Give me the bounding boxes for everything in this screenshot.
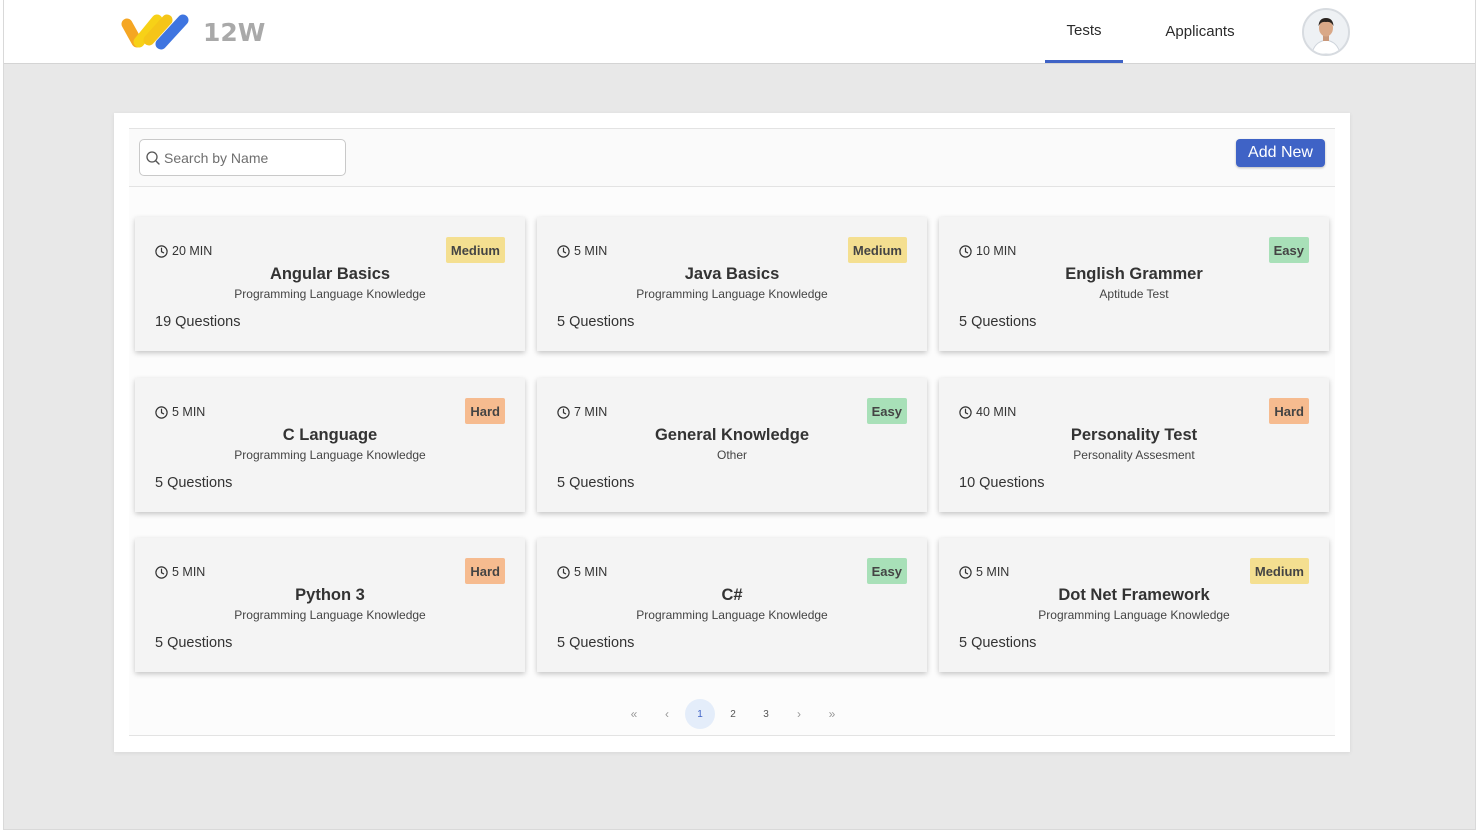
test-card[interactable]: 5 MIN Medium Dot Net Framework Programmi… [939,538,1329,672]
question-count: 5 Questions [557,635,635,651]
question-count: 5 Questions [959,635,1037,651]
difficulty-badge: Hard [1269,398,1309,424]
difficulty-badge: Medium [445,237,505,263]
duration: 7 MIN [557,405,607,419]
duration: 5 MIN [155,405,205,419]
question-count: 5 Questions [959,314,1037,330]
difficulty-badge: Hard [465,398,505,424]
duration: 5 MIN [557,565,607,579]
test-title: English Grammer [1065,265,1203,283]
duration-text: 5 MIN [574,565,608,579]
test-category: Programming Language Knowledge [636,287,828,301]
prev-page-button[interactable]: ‹ [652,699,682,729]
user-avatar-icon [1304,10,1348,54]
logo-text: 12W [203,17,266,47]
test-title: C# [721,586,743,604]
duration-text: 5 MIN [172,405,206,419]
question-count: 5 Questions [557,314,635,330]
test-category: Other [716,448,747,462]
duration-text: 40 MIN [976,405,1017,419]
tests-container: Add New 20 MIN Medium Angular Basics Pro… [129,128,1335,736]
question-count: 5 Questions [155,635,233,651]
test-category: Programming Language Knowledge [234,287,426,301]
avatar[interactable] [1302,8,1350,56]
question-count: 19 Questions [155,314,241,330]
test-category: Aptitude Test [1099,287,1169,301]
test-category: Programming Language Knowledge [1038,608,1230,622]
test-card[interactable]: 7 MIN Easy General Knowledge Other 5 Que… [537,378,927,512]
test-title: Personality Test [1070,426,1198,444]
duration: 5 MIN [557,244,607,258]
test-title: Java Basics [684,265,780,283]
duration: 5 MIN [155,565,205,579]
clock-icon [155,405,168,419]
logo-mark-icon [121,14,189,50]
duration-text: 5 MIN [976,565,1010,579]
test-card[interactable]: 20 MIN Medium Angular Basics Programming… [135,217,525,351]
page-button-3[interactable]: 3 [751,699,781,729]
tests-panel: Add New 20 MIN Medium Angular Basics Pro… [114,113,1350,752]
clock-icon [557,565,570,579]
last-page-button[interactable]: » [817,699,847,729]
test-card[interactable]: 5 MIN Easy C# Programming Language Knowl… [537,538,927,672]
app-frame: 12W Tests Applicants Search by Name Add … [3,0,1476,830]
test-card[interactable]: 10 MIN Easy English Grammer Aptitude Tes… [939,217,1329,351]
difficulty-badge: Hard [465,558,505,584]
duration: 10 MIN [959,244,1016,258]
difficulty-badge: Easy [1268,237,1309,263]
duration-text: 7 MIN [574,405,608,419]
duration-text: 5 MIN [172,565,206,579]
duration: 40 MIN [959,405,1016,419]
test-category: Programming Language Knowledge [636,608,828,622]
tab-tests[interactable]: Tests [1045,0,1123,63]
difficulty-badge: Medium [1249,558,1309,584]
difficulty-badge: Easy [866,398,907,424]
test-category: Programming Language Knowledge [234,608,426,622]
page-button-2[interactable]: 2 [718,699,748,729]
test-card[interactable]: 5 MIN Hard Python 3 Programming Language… [135,538,525,672]
clock-icon [557,244,570,258]
tests-toolbar: Add New [129,129,1335,187]
duration: 5 MIN [959,565,1009,579]
test-title: Python 3 [295,586,365,604]
clock-icon [959,565,972,579]
tab-applicants-label: Applicants [1165,23,1235,40]
duration: 20 MIN [155,244,212,258]
question-count: 10 Questions [959,475,1045,491]
page-button-1[interactable]: 1 [685,699,715,729]
test-title: Angular Basics [269,265,391,283]
search-box[interactable] [139,139,346,176]
test-title: Dot Net Framework [1058,586,1210,604]
duration-text: 10 MIN [976,244,1017,258]
test-title: General Knowledge [654,426,810,444]
clock-icon [959,405,972,419]
clock-icon [155,244,168,258]
tab-tests-label: Tests [1066,21,1102,39]
add-new-button[interactable]: Add New [1236,139,1325,167]
difficulty-badge: Easy [866,558,907,584]
pagination: « ‹ 1 2 3 › » [619,699,850,729]
test-title: C Language [282,426,378,444]
logo[interactable]: 12W [117,10,265,54]
test-card[interactable]: 40 MIN Hard Personality Test Personality… [939,378,1329,512]
question-count: 5 Questions [155,475,233,491]
clock-icon [155,565,168,579]
duration-text: 5 MIN [574,244,608,258]
top-navbar: 12W Tests Applicants [4,0,1475,64]
question-count: 5 Questions [557,475,635,491]
next-page-button[interactable]: › [784,699,814,729]
clock-icon [557,405,570,419]
search-icon [146,150,160,165]
first-page-button[interactable]: « [619,699,649,729]
difficulty-badge: Medium [847,237,907,263]
tab-applicants[interactable]: Applicants [1152,0,1248,63]
test-category: Personality Assesment [1073,448,1195,462]
test-card[interactable]: 5 MIN Medium Java Basics Programming Lan… [537,217,927,351]
test-card[interactable]: 5 MIN Hard C Language Programming Langua… [135,378,525,512]
duration-text: 20 MIN [172,244,213,258]
clock-icon [959,244,972,258]
test-category: Programming Language Knowledge [234,448,426,462]
search-input[interactable] [164,149,339,166]
